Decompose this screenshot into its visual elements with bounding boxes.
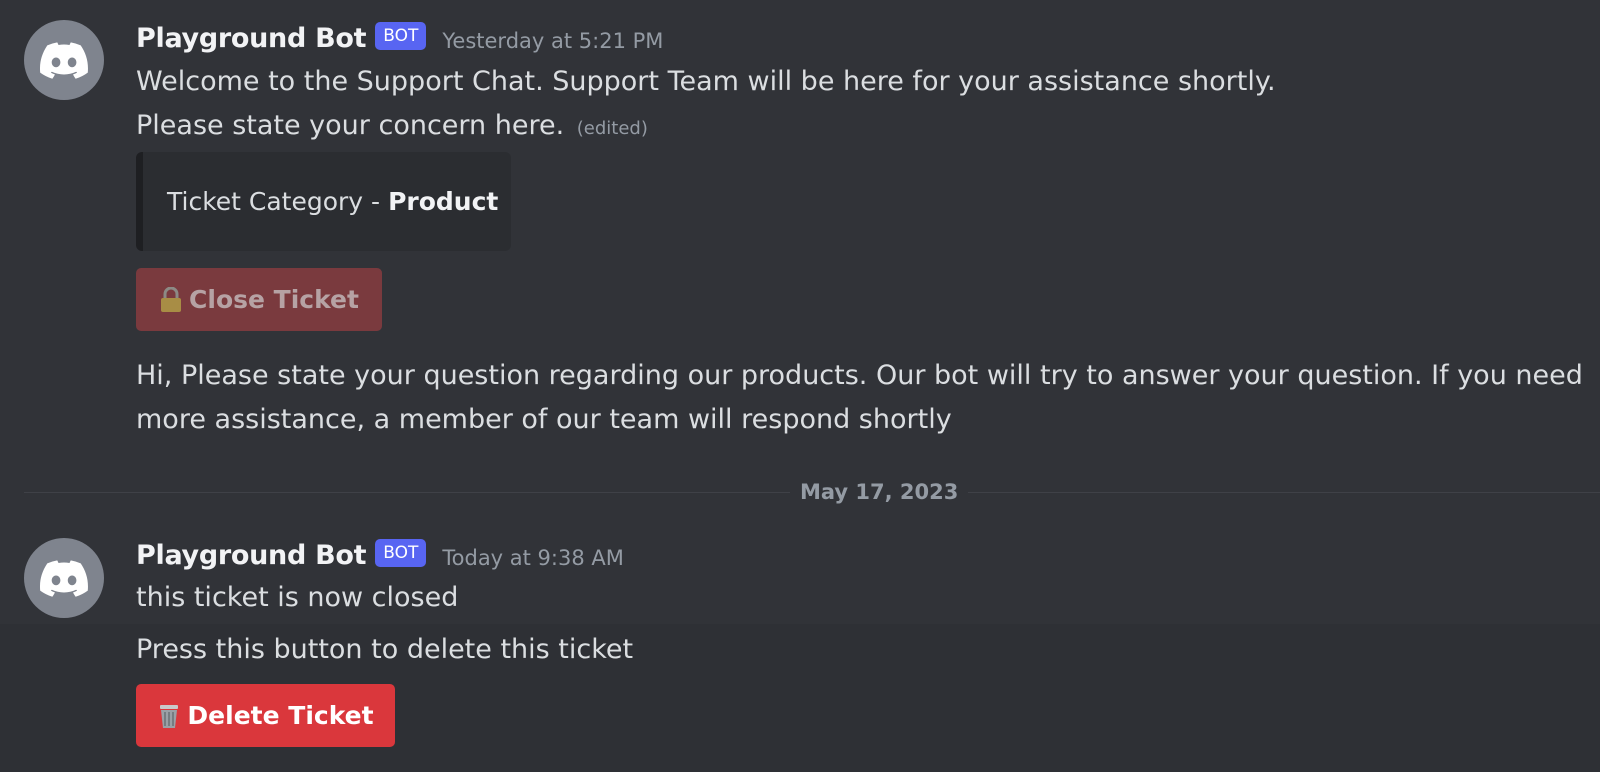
message-group: Playground Bot BOT Today at 9:38 AM this… [0,0,1600,772]
timestamp[interactable]: Today at 9:38 AM [442,546,624,570]
message-text: Press this button to delete this ticket [136,634,634,665]
username[interactable]: Playground Bot [136,540,367,571]
bot-badge: BOT [375,539,427,567]
delete-ticket-button[interactable]: Delete Ticket [136,684,395,747]
message-text: this ticket is now closed [136,582,459,613]
avatar[interactable] [24,538,104,618]
delete-ticket-label: Delete Ticket [187,701,374,730]
message-header: Playground Bot BOT Today at 9:38 AM [136,537,624,573]
discord-logo-icon [40,559,88,597]
wastebasket-icon [157,703,181,729]
chat-messages: Playground Bot BOT Yesterday at 5:21 PM … [0,0,1600,772]
